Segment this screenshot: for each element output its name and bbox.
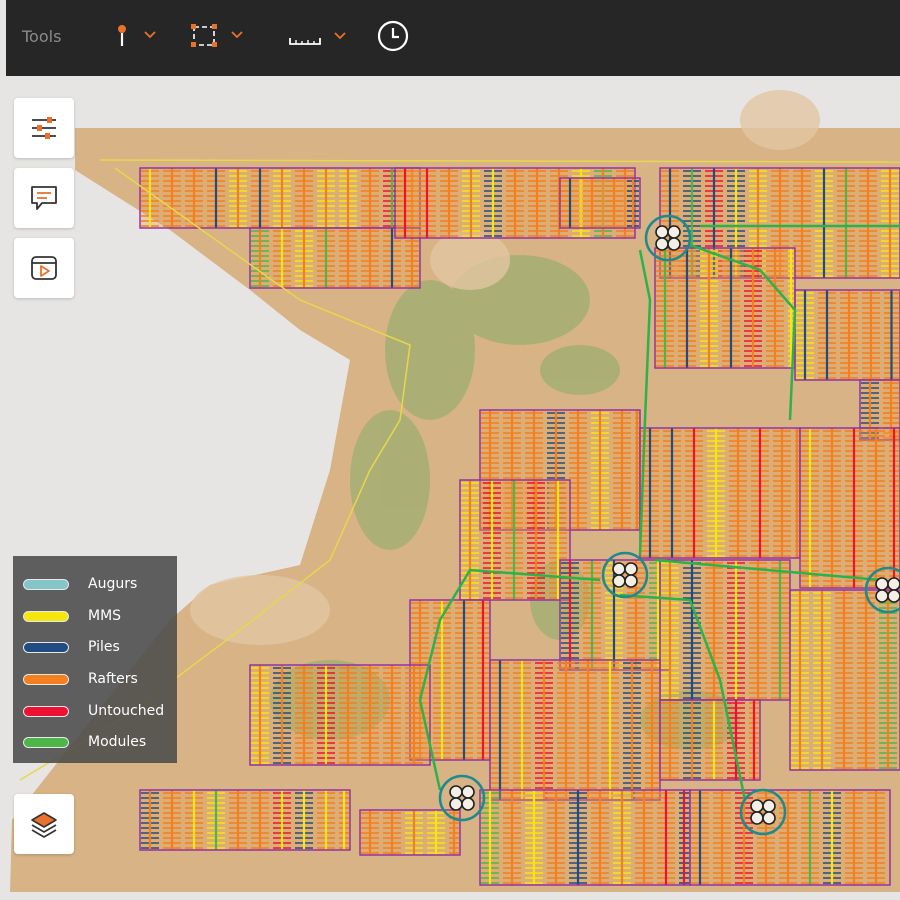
array-block[interactable]	[249, 664, 431, 766]
legend-item-mms[interactable]: MMS	[23, 605, 121, 627]
array-block[interactable]	[559, 177, 641, 229]
legend-item-augurs[interactable]: Augurs	[23, 573, 137, 595]
array-block[interactable]	[789, 589, 900, 771]
array-block[interactable]	[639, 427, 801, 559]
station-marker	[655, 237, 669, 251]
filters-button[interactable]	[14, 98, 74, 158]
station-marker	[612, 574, 626, 588]
station-marker	[762, 811, 776, 825]
comment-icon	[31, 186, 57, 210]
station-marker	[624, 562, 638, 576]
station-marker	[612, 562, 626, 576]
station-marker	[624, 574, 638, 588]
legend-label: Augurs	[88, 576, 138, 592]
array-block[interactable]	[794, 289, 900, 381]
array-block[interactable]	[689, 789, 891, 886]
array-block[interactable]	[459, 479, 571, 601]
legend-label: Modules	[88, 734, 147, 750]
station-marker	[875, 577, 889, 591]
array-block-fill	[800, 428, 900, 588]
array-block[interactable]	[659, 559, 791, 701]
legend-item-piles[interactable]: Piles	[23, 636, 120, 658]
select-area-tool-button[interactable]	[188, 18, 250, 56]
array-block-fill	[660, 560, 790, 700]
site-map[interactable]	[0, 76, 900, 900]
array-block[interactable]	[479, 789, 691, 886]
legend-swatch	[23, 641, 69, 653]
media-button[interactable]	[14, 238, 74, 298]
station-marker	[887, 577, 900, 591]
array-block[interactable]	[359, 809, 461, 856]
legend-item-modules[interactable]: Modules	[23, 731, 146, 753]
legend-label: Piles	[88, 639, 120, 655]
station-marker	[887, 589, 900, 603]
array-block[interactable]	[799, 427, 900, 589]
measure-tool-button[interactable]	[282, 18, 352, 56]
legend-label: Untouched	[88, 703, 165, 719]
legend-swatch	[23, 578, 69, 590]
array-block-fill	[490, 660, 660, 800]
comments-button[interactable]	[14, 168, 74, 228]
sliders-icon	[32, 117, 56, 139]
array-block-fill	[250, 665, 430, 765]
legend-swatch	[23, 705, 69, 717]
layers-button[interactable]	[14, 794, 74, 854]
pin-tool-button[interactable]	[110, 18, 160, 56]
select-area-icon	[191, 24, 243, 47]
legend-item-untouched[interactable]: Untouched	[23, 700, 164, 722]
array-block-fill	[640, 428, 800, 558]
station-marker	[449, 785, 463, 799]
map-canvas[interactable]	[0, 76, 900, 900]
array-block[interactable]	[139, 167, 421, 229]
legend-swatch	[23, 610, 69, 622]
station-marker	[750, 811, 764, 825]
station-marker	[762, 799, 776, 813]
ruler-icon	[289, 32, 346, 45]
history-tool-button[interactable]	[374, 18, 412, 56]
clock-icon	[377, 20, 409, 52]
legend-swatch	[23, 736, 69, 748]
toolbar-title: Tools	[22, 27, 62, 46]
station-marker	[449, 797, 463, 811]
legend-label: MMS	[88, 608, 122, 624]
array-block[interactable]	[654, 247, 796, 369]
station-marker	[750, 799, 764, 813]
play-box-icon	[31, 256, 57, 280]
legend-item-rafters[interactable]: Rafters	[23, 668, 138, 690]
legend-swatch	[23, 673, 69, 685]
station-marker	[461, 785, 475, 799]
array-block[interactable]	[489, 659, 661, 801]
map-legend: Augurs MMS Piles Rafters Untouched Modul…	[13, 556, 177, 763]
station-marker	[461, 797, 475, 811]
station-marker	[655, 225, 669, 239]
array-block-fill	[140, 168, 420, 228]
station-marker	[667, 225, 681, 239]
station-marker	[875, 589, 889, 603]
station-marker	[667, 237, 681, 251]
layers-icon	[31, 812, 57, 838]
array-block[interactable]	[139, 789, 351, 851]
toolbar: Tools	[6, 0, 900, 76]
array-block[interactable]	[659, 699, 761, 781]
legend-label: Rafters	[88, 671, 138, 687]
map-pin-icon	[118, 25, 156, 46]
